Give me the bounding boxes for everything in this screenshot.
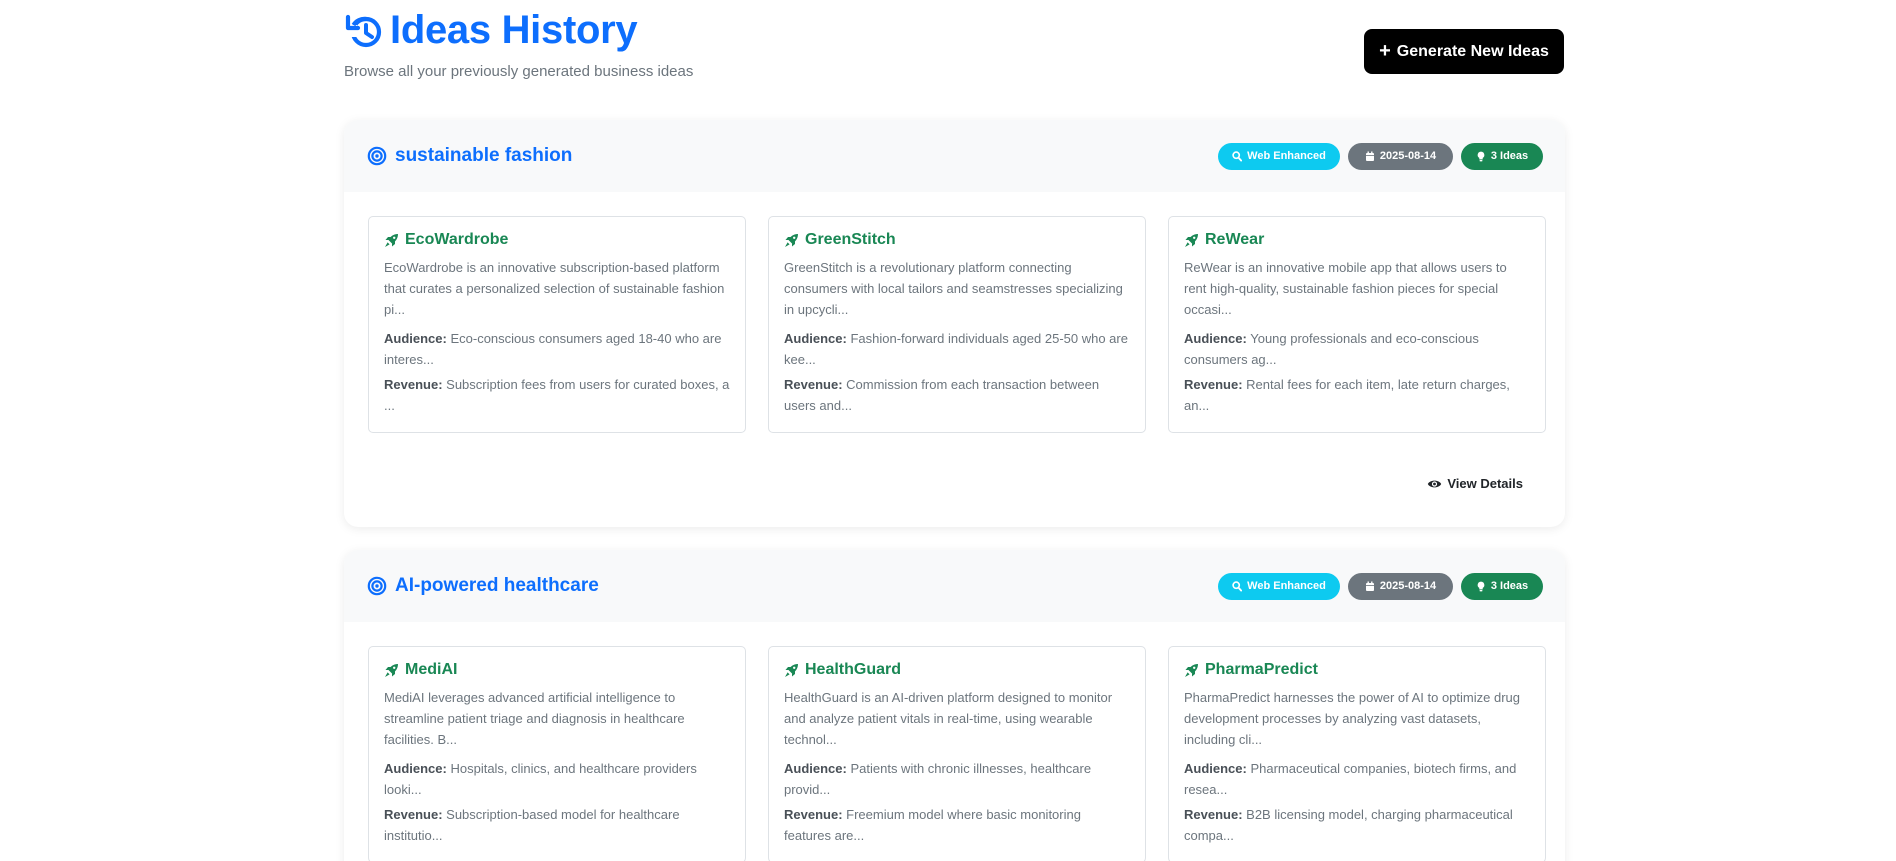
idea-cards: EcoWardrobe EcoWardrobe is an innovative… (368, 216, 1546, 433)
idea-title: PharmaPredict (1184, 661, 1531, 679)
idea-title: ReWear (1184, 231, 1531, 249)
revenue-label: Revenue: (1184, 377, 1243, 392)
idea-description: GreenStitch is a revolutionary platform … (784, 260, 1123, 317)
idea-description: ReWear is an innovative mobile app that … (1184, 260, 1507, 317)
section-topic-title: sustainable fashion (395, 145, 573, 166)
idea-name: ReWear (1205, 231, 1265, 248)
idea-description: EcoWardrobe is an innovative subscriptio… (384, 260, 725, 317)
audience-label: Audience: (1184, 331, 1247, 346)
idea-title: HealthGuard (784, 661, 1131, 679)
idea-card[interactable]: MediAI MediAI leverages advanced artific… (368, 646, 746, 861)
idea-card[interactable]: ReWear ReWear is an innovative mobile ap… (1168, 216, 1546, 433)
lightbulb-icon (1476, 581, 1486, 592)
rocket-icon (384, 233, 399, 248)
rocket-icon (1184, 663, 1199, 678)
idea-name: EcoWardrobe (405, 231, 509, 248)
idea-count-label: 3 Ideas (1490, 580, 1529, 592)
section-header: AI-powered healthcare Web Enhanced 2025-… (344, 550, 1565, 622)
idea-audience: Audience: Pharmaceutical companies, biot… (1184, 758, 1531, 800)
idea-name: HealthGuard (805, 661, 902, 678)
idea-title: GreenStitch (784, 231, 1131, 249)
section-title-wrap: sustainable fashion (367, 145, 572, 167)
section-badges: Web Enhanced 2025-08-14 3 Ideas (1218, 572, 1543, 600)
ideas-section: sustainable fashion Web Enhanced 2025-08… (344, 120, 1565, 527)
idea-description: PharmaPredict harnesses the power of AI … (1184, 690, 1521, 747)
eye-icon (1427, 478, 1442, 490)
idea-card[interactable]: EcoWardrobe EcoWardrobe is an innovative… (368, 216, 746, 433)
search-icon (1232, 580, 1243, 592)
rocket-icon (1184, 233, 1199, 248)
audience-label: Audience: (384, 761, 447, 776)
rocket-icon (384, 663, 399, 678)
idea-description: HealthGuard is an AI-driven platform des… (784, 690, 1113, 747)
revenue-label: Revenue: (784, 807, 843, 822)
idea-count-badge: 3 Ideas (1461, 572, 1543, 600)
idea-audience: Audience: Patients with chronic illnesse… (784, 758, 1131, 800)
revenue-label: Revenue: (1184, 807, 1243, 822)
audience-label: Audience: (1184, 761, 1247, 776)
lightbulb-icon (1476, 151, 1486, 162)
web-enhanced-label: Web Enhanced (1247, 580, 1326, 592)
audience-label: Audience: (384, 331, 447, 346)
date-badge: 2025-08-14 (1348, 142, 1453, 170)
idea-audience: Audience: Eco-conscious consumers aged 1… (384, 328, 731, 370)
idea-revenue: Revenue: Subscription-based model for he… (384, 804, 731, 846)
audience-label: Audience: (784, 761, 847, 776)
idea-description: MediAI leverages advanced artificial int… (384, 690, 685, 747)
idea-audience: Audience: Hospitals, clinics, and health… (384, 758, 731, 800)
page-title: Ideas History (390, 8, 638, 52)
calendar-icon (1365, 151, 1375, 162)
idea-revenue: Revenue: Subscription fees from users fo… (384, 374, 731, 416)
idea-card[interactable]: PharmaPredict PharmaPredict harnesses th… (1168, 646, 1546, 861)
idea-revenue: Revenue: B2B licensing model, charging p… (1184, 804, 1531, 846)
idea-title: EcoWardrobe (384, 231, 731, 249)
web-enhanced-label: Web Enhanced (1247, 150, 1326, 162)
view-details-label: View Details (1447, 476, 1523, 491)
web-enhanced-badge: Web Enhanced (1218, 142, 1340, 170)
date-label: 2025-08-14 (1379, 580, 1437, 592)
view-details-button[interactable]: View Details (1427, 476, 1523, 491)
revenue-label: Revenue: (784, 377, 843, 392)
idea-count-badge: 3 Ideas (1461, 142, 1543, 170)
date-label: 2025-08-14 (1379, 150, 1437, 162)
idea-name: GreenStitch (805, 231, 896, 248)
section-topic-title: AI-powered healthcare (395, 575, 599, 596)
revenue-label: Revenue: (384, 377, 443, 392)
idea-cards: MediAI MediAI leverages advanced artific… (368, 646, 1546, 861)
ideas-section: AI-powered healthcare Web Enhanced 2025-… (344, 550, 1565, 861)
idea-name: MediAI (405, 661, 458, 678)
section-badges: Web Enhanced 2025-08-14 3 Ideas (1218, 142, 1543, 170)
idea-card[interactable]: HealthGuard HealthGuard is an AI-driven … (768, 646, 1146, 861)
rocket-icon (784, 663, 799, 678)
web-enhanced-badge: Web Enhanced (1218, 572, 1340, 600)
idea-audience: Audience: Fashion-forward individuals ag… (784, 328, 1131, 370)
bullseye-icon (367, 576, 387, 596)
idea-title: MediAI (384, 661, 731, 679)
date-badge: 2025-08-14 (1348, 572, 1453, 600)
section-header: sustainable fashion Web Enhanced 2025-08… (344, 120, 1565, 192)
calendar-icon (1365, 581, 1375, 592)
idea-count-label: 3 Ideas (1490, 150, 1529, 162)
audience-label: Audience: (784, 331, 847, 346)
idea-audience: Audience: Young professionals and eco-co… (1184, 328, 1531, 370)
plus-icon: + (1379, 39, 1391, 62)
bullseye-icon (367, 146, 387, 166)
section-title-wrap: AI-powered healthcare (367, 575, 599, 597)
ideas-history-page: Ideas History Browse all your previously… (0, 0, 1896, 861)
generate-new-ideas-button[interactable]: + Generate New Ideas (1364, 29, 1564, 74)
idea-revenue: Revenue: Rental fees for each item, late… (1184, 374, 1531, 416)
idea-card[interactable]: GreenStitch GreenStitch is a revolutiona… (768, 216, 1146, 433)
search-icon (1232, 150, 1243, 162)
history-icon (344, 11, 384, 51)
idea-name: PharmaPredict (1205, 661, 1318, 678)
idea-revenue: Revenue: Freemium model where basic moni… (784, 804, 1131, 846)
revenue-label: Revenue: (384, 807, 443, 822)
page-header: Ideas History Browse all your previously… (344, 8, 1564, 88)
rocket-icon (784, 233, 799, 248)
idea-revenue: Revenue: Commission from each transactio… (784, 374, 1131, 416)
generate-button-label: Generate New Ideas (1396, 42, 1549, 60)
